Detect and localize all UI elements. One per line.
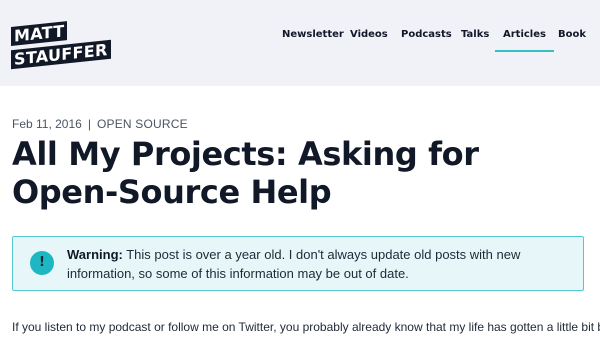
nav-item-articles[interactable]: Articles bbox=[495, 29, 554, 52]
post-date: Feb 11, 2016 bbox=[12, 117, 82, 131]
warning-message: This post is over a year old. I don't al… bbox=[67, 247, 521, 281]
post-meta: Feb 11, 2016 | Open Source bbox=[12, 117, 188, 131]
post-intro-paragraph: If you listen to my podcast or follow me… bbox=[12, 320, 600, 334]
nav-item-talks[interactable]: Talks bbox=[461, 29, 489, 40]
warning-text: Warning: This post is over a year old. I… bbox=[67, 245, 567, 283]
site-header: MATT STAUFFER Newsletter Videos Podcasts… bbox=[0, 0, 600, 86]
warning-label: Warning: bbox=[67, 247, 123, 262]
nav-item-videos[interactable]: Videos bbox=[350, 29, 388, 40]
nav-item-book[interactable]: Book bbox=[558, 29, 586, 40]
nav-item-podcasts[interactable]: Podcasts bbox=[401, 29, 452, 40]
post-category-link[interactable]: Open Source bbox=[97, 117, 188, 131]
meta-separator: | bbox=[87, 117, 91, 131]
warning-callout: ! Warning: This post is over a year old.… bbox=[12, 236, 584, 291]
main-nav: Newsletter Videos Podcasts Talks Article… bbox=[0, 0, 600, 86]
exclamation-icon: ! bbox=[30, 251, 54, 275]
nav-item-newsletter[interactable]: Newsletter bbox=[282, 29, 344, 40]
page-title: All My Projects: Asking for Open-Source … bbox=[12, 135, 479, 211]
